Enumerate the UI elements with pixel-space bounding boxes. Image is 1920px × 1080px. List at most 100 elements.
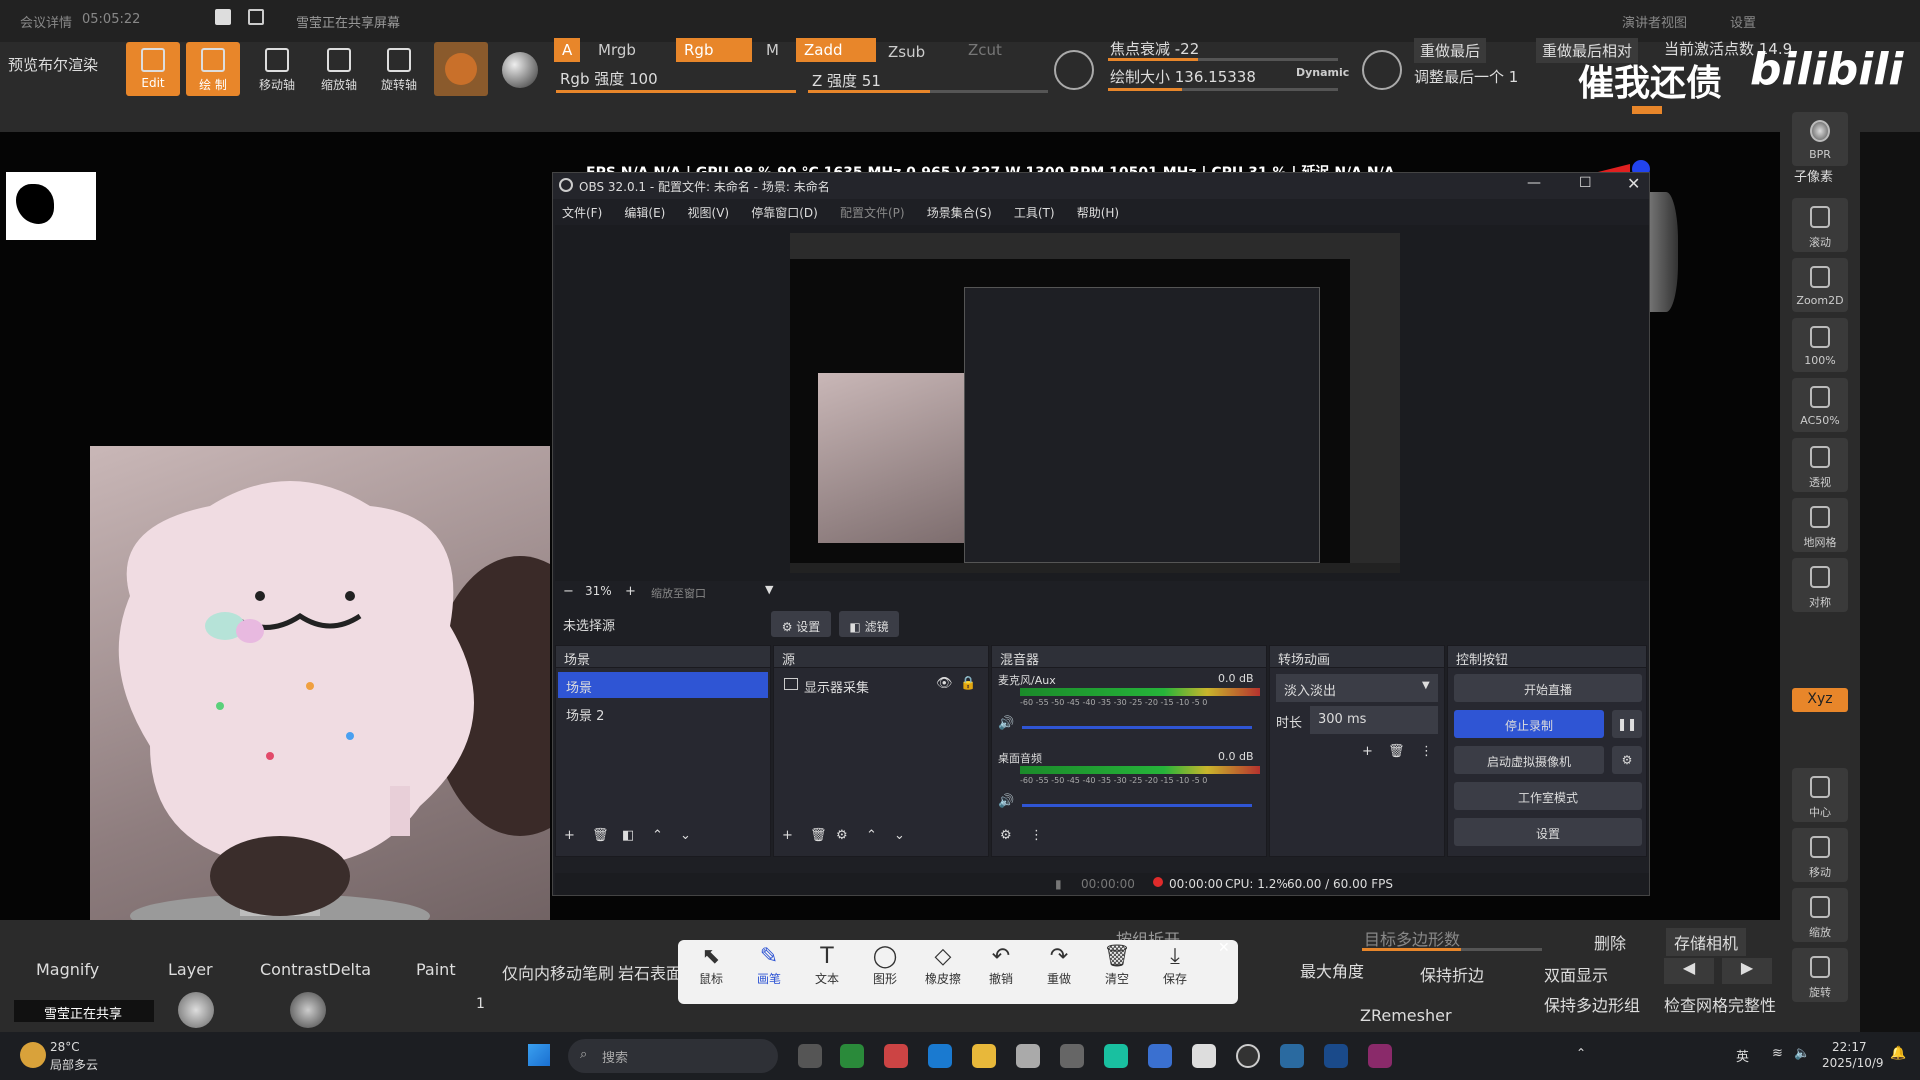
tool-eraser[interactable]: ◇ 橡皮擦	[918, 944, 968, 987]
xyz-button[interactable]: Xyz	[1792, 688, 1848, 712]
tool-text[interactable]: T 文本	[802, 944, 852, 987]
keep-groups[interactable]: 保持多边形组	[1544, 992, 1640, 1016]
bool-render-label[interactable]: 预览布尔渲染	[8, 54, 98, 75]
desktop-speaker-icon[interactable]: 🔊	[998, 794, 1014, 809]
tool-mouse[interactable]: ⬉ 鼠标	[686, 944, 736, 987]
lazy-mouse-s-icon[interactable]	[1054, 50, 1094, 90]
app-icon-4[interactable]	[1104, 1044, 1128, 1068]
check-mesh[interactable]: 检查网格完整性	[1664, 992, 1776, 1016]
wifi-icon[interactable]: ≋	[1772, 1046, 1783, 1061]
zoom2d-button[interactable]: Zoom2D	[1792, 258, 1848, 312]
scroll-button[interactable]: 滚动	[1792, 198, 1848, 252]
draw-size-slider[interactable]	[1108, 88, 1338, 91]
weather-temp[interactable]: 28°C	[50, 1040, 80, 1054]
transition-more-icon[interactable]: ⋮	[1420, 744, 1433, 759]
zremesher-button[interactable]: ZRemesher	[1360, 1006, 1452, 1025]
pause-icon[interactable]: ❚❚	[1612, 710, 1642, 738]
source-item[interactable]: 显示器采集 👁 🔒	[776, 672, 986, 698]
desktop-volume-slider[interactable]	[1022, 804, 1252, 807]
mic-volume-slider[interactable]	[1022, 726, 1252, 729]
scale-button[interactable]: 缩放轴	[312, 42, 366, 96]
next-arrow-icon[interactable]: ▶	[1722, 958, 1772, 984]
mic-speaker-icon[interactable]: 🔊	[998, 716, 1014, 731]
menu-file[interactable]: 文件(F)	[553, 199, 611, 221]
brush-inward-move[interactable]: 仅向内移动笔刷	[502, 960, 614, 984]
notification-icon[interactable]: 🔔	[1890, 1046, 1906, 1061]
brush-swirl-icon[interactable]	[290, 992, 326, 1028]
prev-arrow-icon[interactable]: ◀	[1664, 958, 1714, 984]
scene-filter-icon[interactable]: ◧	[622, 828, 634, 843]
taskview-icon[interactable]	[798, 1044, 822, 1068]
close-icon[interactable]: ✕	[1627, 174, 1640, 193]
brush-layer[interactable]: Layer	[168, 960, 213, 979]
channel-a[interactable]: A	[554, 38, 581, 62]
remove-scene-icon[interactable]: 🗑	[592, 828, 609, 843]
tray-chevron-icon[interactable]: ⌃	[1576, 1046, 1586, 1060]
app-icon-2[interactable]	[884, 1044, 908, 1068]
channel-zadd[interactable]: Zadd	[796, 38, 876, 62]
add-source-icon[interactable]: +	[782, 828, 793, 843]
ime-indicator[interactable]: 英	[1736, 1046, 1749, 1065]
source-props-icon[interactable]: ⚙	[836, 828, 848, 843]
translate-icon[interactable]	[248, 9, 264, 25]
presenter-view[interactable]: 演讲者视图	[1622, 12, 1687, 31]
obs-taskbar-icon[interactable]	[1236, 1044, 1260, 1068]
edit-button[interactable]: Edit	[126, 42, 180, 96]
source-filters-button[interactable]: ◧ 滤镜	[839, 611, 899, 637]
draw-button[interactable]: 绘 制	[186, 42, 240, 96]
start-streaming-button[interactable]: 开始直播	[1454, 674, 1642, 702]
menu-profile[interactable]: 配置文件(P)	[831, 199, 914, 221]
brush-magnify[interactable]: Magnify	[36, 960, 99, 979]
menu-view[interactable]: 视图(V)	[679, 199, 739, 221]
source-settings-button[interactable]: ⚙ 设置	[771, 611, 831, 637]
app-icon-7[interactable]	[1280, 1044, 1304, 1068]
z-intensity-slider[interactable]	[808, 90, 1048, 93]
focal-shift[interactable]: 焦点衰减 -22	[1110, 38, 1199, 59]
brush-contrastdelta[interactable]: ContrastDelta	[260, 960, 371, 979]
actual-size-button[interactable]: 100%	[1792, 318, 1848, 372]
add-transition-icon[interactable]: +	[1362, 744, 1373, 759]
zoom-in-icon[interactable]: +	[625, 584, 636, 599]
texture-sphere-icon[interactable]	[502, 52, 538, 88]
scene-down-icon[interactable]: ⌄	[680, 828, 691, 843]
channel-m[interactable]: M	[758, 38, 787, 62]
brush-paint[interactable]: Paint	[416, 960, 456, 979]
menu-edit[interactable]: 编辑(E)	[615, 199, 674, 221]
app-icon-6[interactable]	[1192, 1044, 1216, 1068]
keep-creases[interactable]: 保持折边	[1420, 962, 1484, 986]
tool-clear[interactable]: 🗑 清空	[1092, 944, 1142, 987]
taskbar-search[interactable]: ⌕ 搜索	[568, 1039, 778, 1073]
weather-desc[interactable]: 局部多云	[50, 1056, 98, 1073]
bpr-button[interactable]: BPR	[1792, 112, 1848, 166]
focal-shift-slider[interactable]	[1108, 58, 1338, 61]
maximize-icon[interactable]: ☐	[1579, 175, 1592, 191]
max-angle[interactable]: 最大角度	[1300, 958, 1364, 982]
tool-redo[interactable]: ↷ 重做	[1034, 944, 1084, 987]
perspective-button[interactable]: 透视	[1792, 438, 1848, 492]
store-camera-button[interactable]: 存储相机	[1666, 928, 1747, 956]
obs-preview-canvas[interactable]	[790, 233, 1400, 573]
symmetry-button[interactable]: 对称	[1792, 558, 1848, 612]
clock-date[interactable]: 2025/10/9	[1822, 1056, 1884, 1070]
zoom-out-icon[interactable]: −	[563, 584, 574, 599]
duration-input[interactable]: 300 ms	[1310, 706, 1438, 734]
menu-help[interactable]: 帮助(H)	[1068, 199, 1128, 221]
dynamic-toggle[interactable]: Dynamic	[1296, 66, 1349, 79]
menu-scene-collection[interactable]: 场景集合(S)	[918, 199, 1001, 221]
vcam-settings-icon[interactable]: ⚙	[1612, 746, 1642, 774]
zoom-dropdown-icon[interactable]: ▼	[765, 583, 773, 596]
floor-grid-button[interactable]: 地网格	[1792, 498, 1848, 552]
target-polys[interactable]: 目标多边形数	[1364, 926, 1460, 950]
meeting-settings[interactable]: 设置	[1730, 12, 1756, 31]
scene-up-icon[interactable]: ⌃	[652, 828, 663, 843]
half-size-button[interactable]: AC50%	[1792, 378, 1848, 432]
lock-icon[interactable]: 🔒	[960, 676, 976, 691]
source-down-icon[interactable]: ⌄	[894, 828, 905, 843]
tool-undo[interactable]: ↶ 撤销	[976, 944, 1026, 987]
target-polys-slider[interactable]	[1362, 948, 1542, 951]
rgb-intensity[interactable]: Rgb 强度 100	[560, 68, 658, 89]
remove-transition-icon[interactable]: 🗑	[1388, 744, 1405, 759]
eye-icon[interactable]: 👁	[936, 676, 953, 691]
transition-select[interactable]: 淡入淡出 ▼	[1276, 674, 1438, 702]
redo-last[interactable]: 重做最后	[1414, 38, 1487, 63]
